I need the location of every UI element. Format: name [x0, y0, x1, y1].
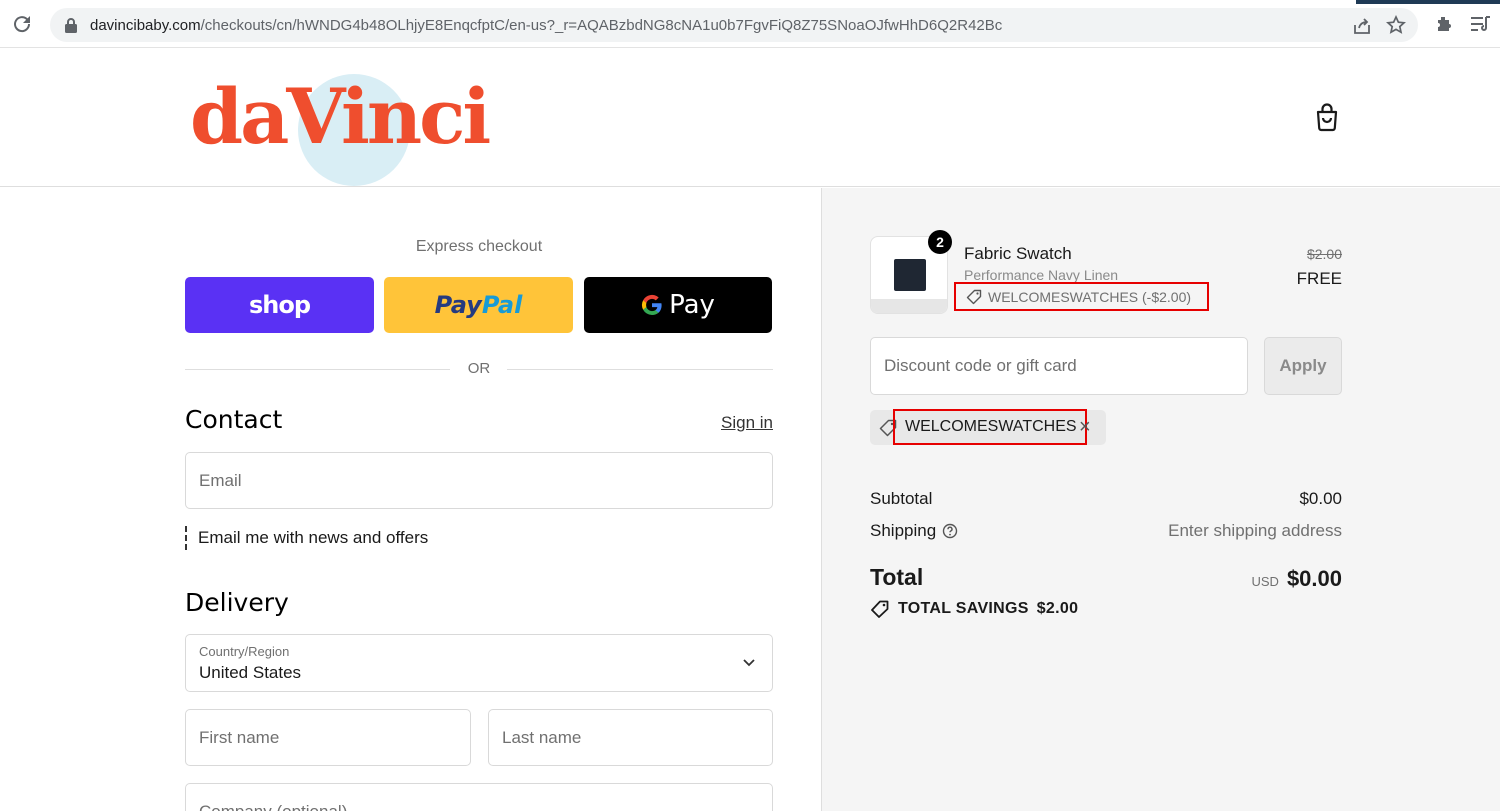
google-pay-word: Pay: [669, 290, 715, 320]
google-g-icon: [642, 294, 662, 316]
subtotal-value: $0.00: [1299, 489, 1342, 508]
newsletter-checkbox[interactable]: [185, 526, 188, 550]
paypal-label-part2: Pal: [481, 291, 523, 319]
sign-in-link[interactable]: Sign in: [721, 413, 773, 433]
url-domain: davincibaby.com: [90, 17, 201, 34]
newsletter-label: Email me with news and offers: [198, 528, 429, 547]
google-pay-label: Pay: [641, 290, 715, 320]
delivery-heading: Delivery: [185, 588, 289, 617]
tag-icon: [966, 289, 982, 304]
product-name: Fabric Swatch: [964, 244, 1072, 263]
newsletter-option[interactable]: Email me with news and offers: [185, 526, 428, 550]
country-value: United States: [199, 663, 302, 682]
shopping-bag-icon[interactable]: [1314, 102, 1340, 132]
swatch-image: [894, 259, 926, 291]
line-discount-text: WELCOMESWATCHES (-$2.00): [988, 288, 1192, 305]
email-field[interactable]: [185, 452, 773, 509]
help-icon[interactable]: [942, 523, 958, 539]
tag-icon: [871, 600, 889, 618]
contact-heading: Contact: [185, 405, 283, 434]
total-savings-label: TOTAL SAVINGS: [898, 600, 1029, 617]
total-savings: TOTAL SAVINGS $2.00: [870, 600, 1078, 618]
or-divider: OR: [185, 358, 773, 380]
paypal-label: PayPal: [435, 291, 523, 319]
divider-line-right: [507, 369, 773, 370]
last-name-input[interactable]: [489, 710, 772, 765]
url-text: davincibaby.com/checkouts/cn/hWNDG4b48OL…: [90, 17, 1002, 34]
lock-icon[interactable]: [64, 17, 78, 33]
discount-code-input[interactable]: [871, 338, 1247, 394]
company-input[interactable]: [186, 784, 772, 811]
thumbnail-footer: [871, 299, 947, 313]
shop-pay-button[interactable]: shop: [185, 277, 374, 333]
address-bar[interactable]: davincibaby.com/checkouts/cn/hWNDG4b48OL…: [50, 8, 1418, 42]
davinci-logo[interactable]: daVinci: [190, 70, 500, 186]
country-label: Country/Region: [199, 644, 290, 659]
first-name-field[interactable]: [185, 709, 471, 766]
line-discount-highlight: WELCOMESWATCHES (-$2.00): [954, 282, 1209, 311]
reload-icon[interactable]: [10, 12, 34, 36]
reading-list-icon[interactable]: [1470, 14, 1492, 34]
applied-code-text: WELCOMESWATCHES: [905, 418, 1077, 435]
total-value: $0.00: [1286, 566, 1342, 591]
quantity-badge: 2: [928, 230, 952, 254]
email-input[interactable]: [186, 453, 772, 508]
subtotal-label: Subtotal: [870, 489, 933, 508]
shop-pay-label: shop: [248, 291, 311, 319]
apply-button[interactable]: Apply: [1264, 337, 1342, 395]
shipping-label: Shipping: [870, 521, 937, 540]
star-icon[interactable]: [1386, 15, 1406, 35]
country-select[interactable]: Country/Region United States: [185, 634, 773, 692]
chevron-down-icon: [743, 659, 755, 667]
tab-strip-edge: [1356, 0, 1500, 4]
last-name-field[interactable]: [488, 709, 773, 766]
applied-code-chip: WELCOMESWATCHES ×: [870, 409, 1106, 445]
remove-code-icon[interactable]: ×: [1079, 416, 1091, 439]
share-icon[interactable]: [1352, 16, 1372, 36]
current-price: FREE: [1296, 269, 1342, 288]
browser-toolbar: davincibaby.com/checkouts/cn/hWNDG4b48OL…: [0, 0, 1500, 48]
product-variant: Performance Navy Linen: [964, 267, 1119, 283]
total-label: Total: [870, 564, 924, 590]
order-summary: 2 Fabric Swatch Performance Navy Linen W…: [821, 188, 1500, 811]
shipping-value: Enter shipping address: [1168, 521, 1342, 540]
discount-code-field[interactable]: [870, 337, 1248, 395]
original-price: $2.00: [1306, 246, 1342, 262]
express-checkout-title: Express checkout: [415, 238, 543, 255]
total-savings-value: $2.00: [1036, 600, 1079, 617]
paypal-button[interactable]: PayPal: [384, 277, 573, 333]
paypal-label-part1: Pay: [434, 291, 482, 319]
shipping-label-group: Shipping: [870, 521, 958, 541]
total-currency: USD: [1251, 574, 1279, 589]
google-pay-button[interactable]: Pay: [584, 277, 772, 333]
extensions-icon[interactable]: [1434, 14, 1454, 34]
url-path: /checkouts/cn/hWNDG4b48OLhjyE8EnqcfptC/e…: [200, 17, 1003, 34]
applied-code-highlight: WELCOMESWATCHES: [893, 409, 1087, 445]
total-amount-group: USD $0.00: [1251, 566, 1342, 592]
site-header: daVinci: [0, 48, 1500, 187]
first-name-input[interactable]: [186, 710, 470, 765]
company-field[interactable]: [185, 783, 773, 811]
logo-text: daVinci: [190, 72, 491, 161]
